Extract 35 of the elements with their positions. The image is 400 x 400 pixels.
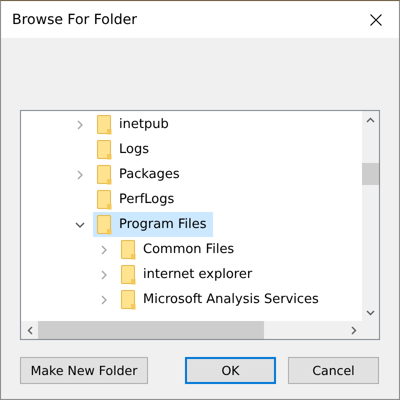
tree-item[interactable]: inetpub bbox=[93, 112, 175, 137]
chevron-down-icon[interactable] bbox=[75, 222, 85, 228]
chevron-down-icon bbox=[366, 310, 375, 316]
folder-icon bbox=[97, 190, 112, 210]
dialog-button[interactable]: Make New Folder bbox=[20, 357, 148, 384]
dialog-button[interactable]: Cancel bbox=[288, 357, 379, 384]
tree-item[interactable]: internet explorer bbox=[117, 262, 258, 287]
folder-icon bbox=[97, 114, 112, 134]
chevron-up-icon bbox=[366, 116, 375, 122]
scroll-thumb[interactable] bbox=[362, 163, 379, 185]
chevron-left-icon bbox=[26, 326, 32, 334]
tree-item[interactable]: Program Files bbox=[93, 212, 213, 237]
tree-item[interactable]: Logs bbox=[93, 137, 155, 162]
tree-item[interactable]: PerfLogs bbox=[93, 187, 180, 212]
dialog-button[interactable]: OK bbox=[185, 357, 276, 384]
tree-item[interactable]: Microsoft Analysis Services bbox=[117, 287, 325, 312]
horizontal-scrollbar[interactable] bbox=[21, 321, 362, 339]
chevron-right-icon[interactable] bbox=[101, 294, 107, 304]
close-icon bbox=[370, 14, 382, 26]
folder-icon bbox=[121, 264, 136, 284]
folder-icon bbox=[97, 140, 112, 160]
folder-icon bbox=[121, 290, 136, 310]
scroll-thumb[interactable] bbox=[38, 321, 264, 339]
tree-item[interactable]: Common Files bbox=[117, 237, 240, 262]
chevron-right-icon[interactable] bbox=[77, 170, 83, 180]
tree-item[interactable]: Packages bbox=[93, 162, 186, 187]
folder-icon bbox=[97, 164, 112, 184]
chevron-right-icon[interactable] bbox=[101, 270, 107, 280]
window-title: Browse For Folder bbox=[12, 12, 138, 28]
vertical-scrollbar[interactable] bbox=[362, 111, 379, 321]
folder-icon bbox=[97, 214, 112, 234]
chevron-right-icon[interactable] bbox=[77, 120, 83, 130]
chevron-right-icon[interactable] bbox=[101, 244, 107, 254]
chevron-right-icon bbox=[350, 326, 356, 334]
folder-icon bbox=[121, 240, 136, 260]
